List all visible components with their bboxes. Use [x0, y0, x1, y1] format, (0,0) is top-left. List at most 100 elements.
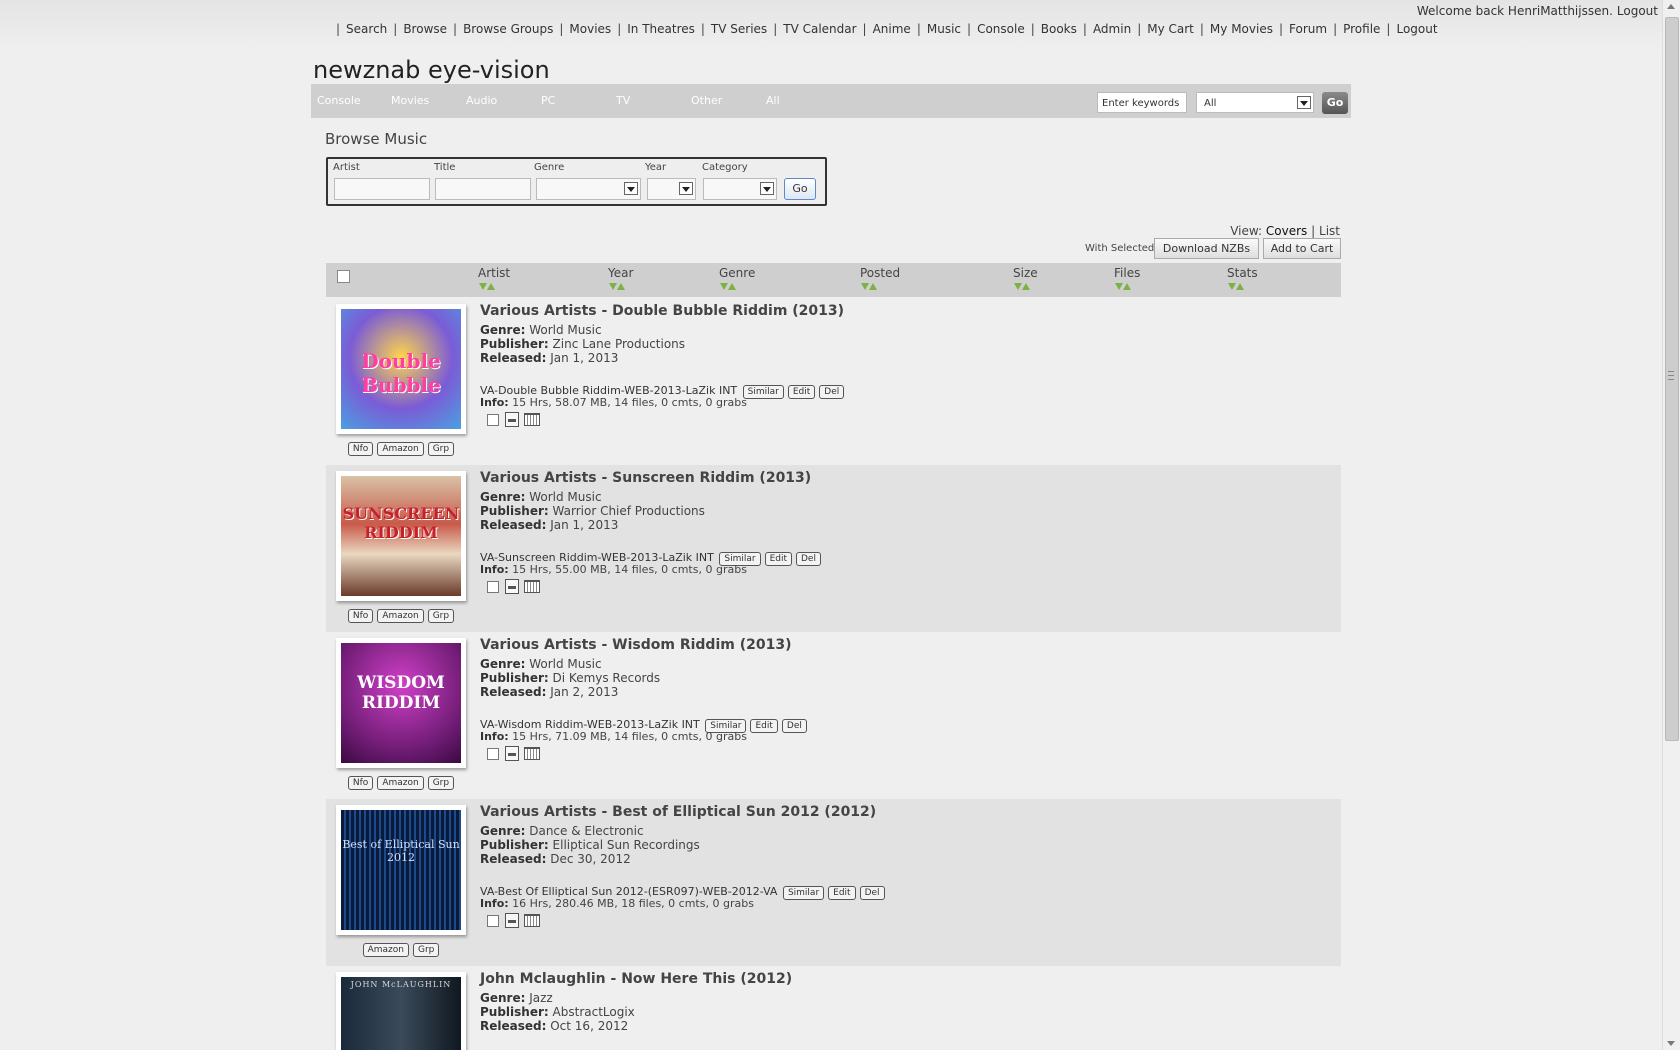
genre-select[interactable] [536, 178, 641, 200]
filter-go-button[interactable]: Go [784, 178, 816, 200]
nav-anime[interactable]: Anime [873, 22, 911, 36]
category-all[interactable]: All [766, 94, 780, 107]
download-nzb-icon[interactable] [505, 412, 519, 427]
genre-value[interactable]: World Music [529, 323, 601, 337]
edit-button[interactable]: Edit [828, 886, 856, 900]
title-input[interactable] [435, 178, 531, 200]
category-other[interactable]: Other [691, 94, 722, 107]
category-tv[interactable]: TV [616, 94, 630, 107]
similar-button[interactable]: Similar [742, 385, 784, 399]
nav-console[interactable]: Console [977, 22, 1025, 36]
download-nzb-icon[interactable] [505, 746, 519, 761]
download-nzb-icon[interactable] [505, 913, 519, 928]
del-button[interactable]: Del [796, 552, 821, 566]
cart-icon[interactable] [524, 747, 540, 760]
edit-button[interactable]: Edit [764, 552, 792, 566]
sort-arrows-icon[interactable] [1014, 283, 1030, 291]
edit-button[interactable]: Edit [787, 385, 816, 399]
grp-button[interactable]: Grp [412, 943, 440, 957]
column-stats[interactable]: Stats [1227, 266, 1258, 280]
select-all-checkbox[interactable] [337, 270, 350, 283]
column-genre[interactable]: Genre [719, 266, 755, 280]
vertical-scrollbar[interactable] [1662, 0, 1680, 1050]
category-pc[interactable]: PC [541, 94, 555, 107]
nav-search[interactable]: Search [346, 22, 387, 36]
album-cover[interactable]: Double Bubble [336, 304, 466, 434]
column-year[interactable]: Year [608, 266, 633, 280]
view-list-link[interactable]: List [1319, 224, 1340, 238]
category-select[interactable] [703, 178, 777, 200]
sort-arrows-icon[interactable] [609, 283, 625, 291]
genre-value[interactable]: Jazz [529, 991, 553, 1005]
sort-arrows-icon[interactable] [1228, 283, 1244, 291]
nav-browse-groups[interactable]: Browse Groups [463, 22, 553, 36]
view-covers-link[interactable]: Covers [1266, 224, 1307, 238]
search-go-button[interactable]: Go [1322, 92, 1348, 114]
amazon-button[interactable]: Amazon [377, 442, 424, 456]
amazon-button[interactable]: Amazon [377, 776, 424, 790]
cart-icon[interactable] [524, 413, 540, 426]
nav-forum[interactable]: Forum [1289, 22, 1327, 36]
row-checkbox[interactable] [487, 414, 499, 426]
nav-profile[interactable]: Profile [1343, 22, 1380, 36]
scroll-up-arrow-icon[interactable] [1667, 4, 1675, 9]
nav-logout[interactable]: Logout [1396, 22, 1437, 36]
release-title[interactable]: Various Artists - Double Bubble Riddim (… [480, 303, 844, 319]
download-nzb-icon[interactable] [505, 579, 519, 594]
nav-in-theatres[interactable]: In Theatres [627, 22, 695, 36]
scroll-down-arrow-icon[interactable] [1667, 1041, 1675, 1046]
amazon-button[interactable]: Amazon [362, 943, 409, 957]
category-movies[interactable]: Movies [391, 94, 429, 107]
cart-icon[interactable] [524, 580, 540, 593]
sort-arrows-icon[interactable] [720, 283, 736, 291]
edit-button[interactable]: Edit [750, 719, 778, 733]
release-title[interactable]: John Mclaughlin - Now Here This (2012) [480, 971, 792, 987]
nav-tv-calendar[interactable]: TV Calendar [783, 22, 856, 36]
del-button[interactable]: Del [781, 719, 807, 733]
row-checkbox[interactable] [487, 748, 499, 760]
nav-movies[interactable]: Movies [569, 22, 611, 36]
nav-tv-series[interactable]: TV Series [711, 22, 767, 36]
del-button[interactable]: Del [859, 886, 885, 900]
amazon-button[interactable]: Amazon [377, 609, 424, 623]
sort-arrows-icon[interactable] [479, 283, 495, 291]
genre-value[interactable]: World Music [529, 490, 601, 504]
grp-button[interactable]: Grp [427, 776, 455, 790]
nav-my-movies[interactable]: My Movies [1210, 22, 1273, 36]
genre-value[interactable]: World Music [529, 657, 601, 671]
add-to-cart-button[interactable]: Add to Cart [1263, 238, 1341, 259]
album-cover[interactable]: WISDOM RIDDIM [336, 638, 466, 768]
album-cover[interactable]: Best of Elliptical Sun 2012 [336, 805, 466, 935]
row-checkbox[interactable] [487, 581, 499, 593]
nav-browse[interactable]: Browse [403, 22, 447, 36]
album-cover[interactable]: JOHN McLAUGHLIN [336, 972, 466, 1050]
cart-icon[interactable] [524, 914, 540, 927]
column-posted[interactable]: Posted [860, 266, 900, 280]
release-title[interactable]: Various Artists - Best of Elliptical Sun… [480, 804, 876, 820]
nav-books[interactable]: Books [1041, 22, 1077, 36]
release-title[interactable]: Various Artists - Wisdom Riddim (2013) [480, 637, 791, 653]
grp-button[interactable]: Grp [427, 442, 455, 456]
column-files[interactable]: Files [1114, 266, 1140, 280]
column-size[interactable]: Size [1013, 266, 1038, 280]
welcome-logout-link[interactable]: Logout [1617, 4, 1658, 18]
keyword-search-input[interactable]: Enter keywords [1097, 92, 1187, 113]
nav-music[interactable]: Music [927, 22, 961, 36]
row-checkbox[interactable] [487, 915, 499, 927]
del-button[interactable]: Del [819, 385, 845, 399]
column-artist[interactable]: Artist [478, 266, 510, 280]
nfo-button[interactable]: Nfo [347, 442, 374, 456]
artist-input[interactable] [334, 178, 430, 200]
nfo-button[interactable]: Nfo [347, 609, 374, 623]
nav-admin[interactable]: Admin [1093, 22, 1131, 36]
nav-my-cart[interactable]: My Cart [1147, 22, 1194, 36]
grp-button[interactable]: Grp [427, 609, 455, 623]
sort-arrows-icon[interactable] [861, 283, 877, 291]
year-select[interactable] [647, 178, 696, 200]
release-title[interactable]: Various Artists - Sunscreen Riddim (2013… [480, 470, 811, 486]
download-nzbs-button[interactable]: Download NZBs [1154, 238, 1259, 259]
sort-arrows-icon[interactable] [1115, 283, 1131, 291]
nfo-button[interactable]: Nfo [347, 776, 374, 790]
album-cover[interactable]: SUNSCREEN RIDDIM [336, 471, 466, 601]
category-console[interactable]: Console [317, 94, 361, 107]
